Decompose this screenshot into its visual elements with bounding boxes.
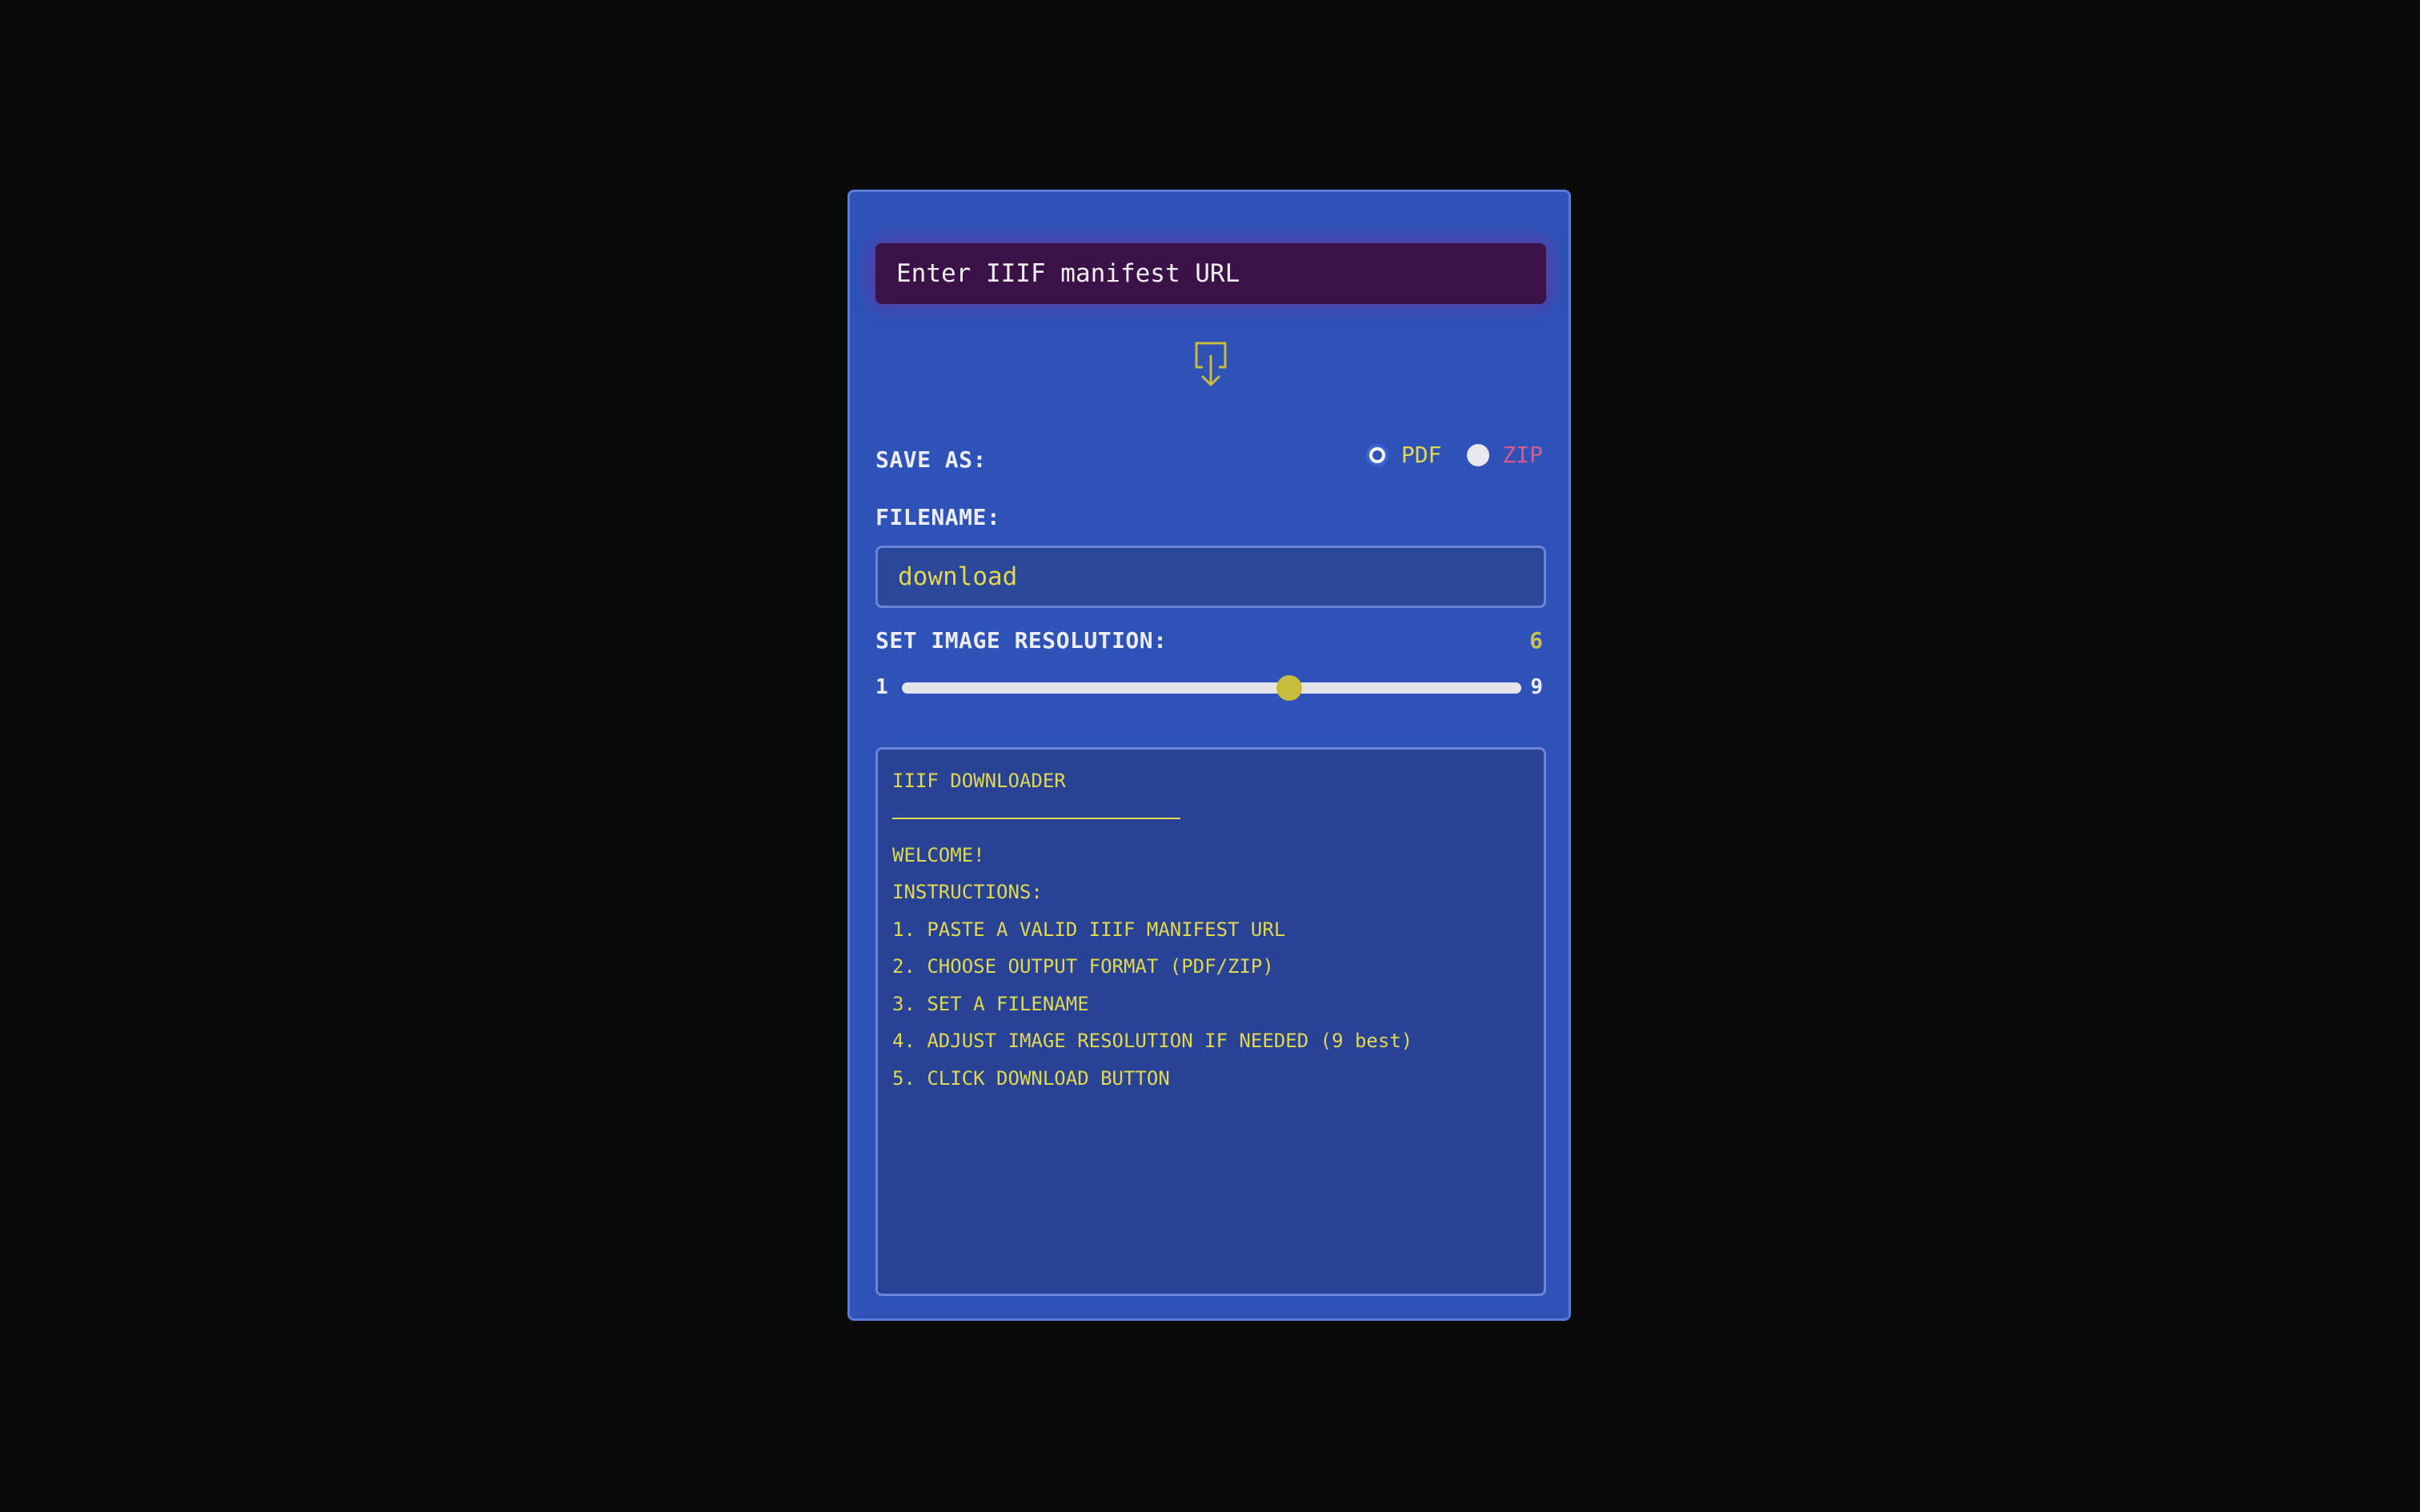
filename-label: FILENAME: (875, 504, 1001, 530)
console-line: WELCOME! (892, 843, 985, 866)
slider-max-label: 9 (1530, 675, 1543, 699)
download-arrow-icon (1195, 342, 1227, 386)
zip-radio[interactable] (1467, 443, 1490, 466)
pdf-radio-label: PDF (1400, 442, 1442, 468)
manifest-url-input[interactable] (875, 243, 1546, 304)
format-option-pdf[interactable]: PDF (1365, 442, 1442, 468)
download-button[interactable] (1188, 338, 1233, 391)
console-divider (892, 800, 1529, 837)
resolution-slider[interactable] (902, 675, 1521, 701)
console-line: 3. SET A FILENAME (892, 992, 1089, 1015)
console-output: IIIF DOWNLOADER WELCOME! INSTRUCTIONS: 1. … (875, 747, 1546, 1296)
save-as-label: SAVE AS: (875, 446, 987, 473)
pdf-radio[interactable] (1365, 443, 1388, 466)
resolution-value: 6 (1529, 627, 1543, 654)
downloader-panel: SAVE AS: PDF ZIP FILENAME: SET IMAGE RES… (847, 190, 1571, 1321)
console-line: 1. PASTE A VALID IIIF MANIFEST URL (892, 918, 1286, 941)
console-lines: WELCOME! INSTRUCTIONS: 1. PASTE A VALID II… (892, 837, 1529, 1098)
filename-input[interactable] (875, 546, 1546, 608)
console-line: INSTRUCTIONS: (892, 881, 1043, 903)
console-title: IIIF DOWNLOADER (892, 770, 1066, 792)
resolution-slider-thumb[interactable] (1276, 675, 1302, 701)
resolution-label: SET IMAGE RESOLUTION: (875, 627, 1168, 654)
console-line: 2. CHOOSE OUTPUT FORMAT (PDF/ZIP) (892, 955, 1274, 978)
slider-min-label: 1 (875, 675, 888, 699)
zip-radio-label: ZIP (1502, 442, 1543, 468)
format-radio-group: PDF ZIP (1365, 442, 1543, 468)
format-option-zip[interactable]: ZIP (1467, 442, 1543, 468)
console-line: 4. ADJUST IMAGE RESOLUTION IF NEEDED (9 … (892, 1030, 1413, 1052)
console-line: 5. CLICK DOWNLOAD BUTTON (892, 1066, 1170, 1090)
